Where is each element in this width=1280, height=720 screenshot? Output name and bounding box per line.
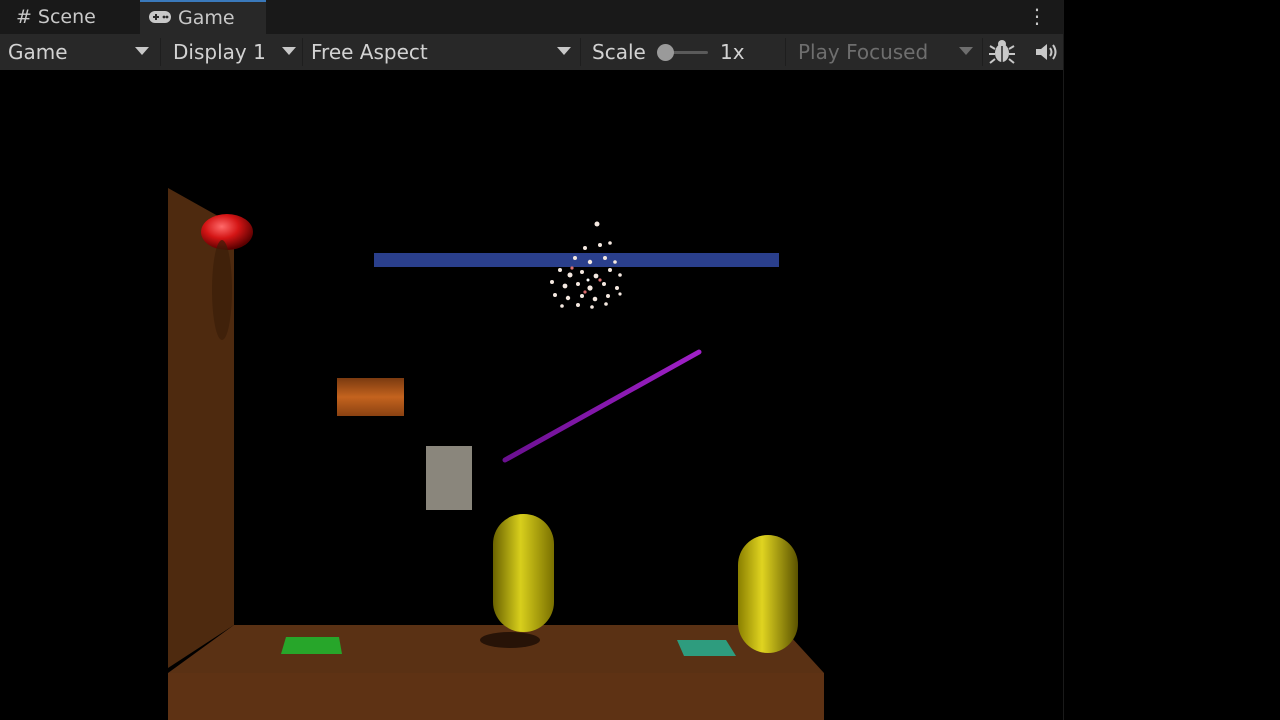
play-mode-select-value: Play Focused [798, 40, 929, 64]
game-scene [168, 188, 824, 720]
yellow-capsule [493, 514, 554, 632]
side-area [1063, 0, 1280, 720]
tab-scene[interactable]: # Scene [0, 0, 126, 34]
aspect-select[interactable]: Free Aspect [311, 34, 577, 70]
tab-scene-label: Scene [37, 6, 96, 28]
play-mode-select[interactable]: Play Focused [798, 34, 978, 70]
bug-icon[interactable] [988, 39, 1016, 65]
tab-strip: # Scene Game ⋮ [0, 0, 1063, 34]
tab-game-label: Game [178, 7, 235, 29]
orange-block [337, 378, 404, 416]
divider [580, 38, 581, 66]
floor-front [168, 673, 824, 720]
game-window: # Scene Game ⋮ Game Display 1 Free Aspec… [0, 0, 1063, 720]
gamepad-icon [148, 7, 172, 29]
scale-label: Scale [592, 40, 646, 64]
scale-slider-handle[interactable] [657, 44, 674, 61]
divider [785, 38, 786, 66]
chevron-down-icon [135, 47, 149, 55]
sphere-shadow [212, 240, 232, 340]
hash-icon: # [16, 6, 32, 28]
divider [302, 38, 303, 66]
kebab-menu-icon[interactable]: ⋮ [1027, 4, 1047, 28]
blue-bar [374, 253, 779, 267]
scale-value: 1x [720, 40, 745, 64]
red-sphere [201, 214, 253, 250]
grey-block [426, 446, 472, 510]
divider [982, 38, 983, 66]
aspect-select-value: Free Aspect [311, 40, 428, 64]
green-pad [281, 637, 342, 654]
speaker-icon[interactable] [1034, 41, 1060, 63]
chevron-down-icon [959, 47, 973, 55]
yellow-capsule [738, 535, 798, 653]
purple-stick [502, 349, 702, 463]
tab-game[interactable]: Game [140, 0, 266, 34]
game-toolbar: Game Display 1 Free Aspect Scale 1x Play… [0, 34, 1063, 71]
capsule-shadow [480, 632, 540, 648]
chevron-down-icon [282, 47, 296, 55]
view-select[interactable]: Game [8, 34, 156, 70]
chevron-down-icon [557, 47, 571, 55]
view-select-value: Game [8, 40, 68, 64]
divider [160, 38, 161, 66]
teal-pad [677, 640, 736, 656]
game-viewport[interactable] [0, 70, 1063, 720]
display-select-value: Display 1 [173, 40, 266, 64]
